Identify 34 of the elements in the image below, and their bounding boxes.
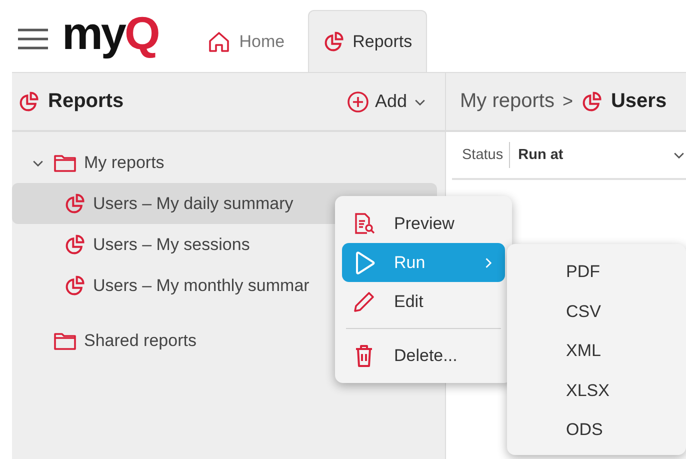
logo-accent: Q xyxy=(124,10,158,56)
pie-chart-icon xyxy=(64,192,86,214)
breadcrumb-separator: > xyxy=(562,91,573,112)
pencil-icon xyxy=(352,290,376,314)
menu-item[interactable]: Edit xyxy=(342,282,505,321)
submenu-item[interactable]: XML xyxy=(507,331,686,370)
pie-chart-icon xyxy=(18,90,40,112)
panel-title: Reports xyxy=(48,90,125,113)
document-search-icon xyxy=(352,212,376,236)
pie-chart-icon xyxy=(64,234,86,256)
column-header[interactable]: Status xyxy=(452,142,510,168)
nav-tab[interactable]: Home xyxy=(192,10,300,72)
column-header[interactable]: Run at xyxy=(510,147,672,163)
folder-icon xyxy=(53,152,77,172)
menu-icon[interactable] xyxy=(18,28,48,50)
play-icon xyxy=(353,250,375,274)
folder-icon xyxy=(53,330,77,350)
menu-item[interactable]: Delete... xyxy=(342,336,505,375)
trash-icon xyxy=(353,344,375,368)
logo-text: my xyxy=(62,10,124,56)
breadcrumb-link[interactable]: My reports xyxy=(460,90,554,113)
pie-chart-icon xyxy=(322,30,345,52)
folder-item[interactable]: My reports xyxy=(12,142,437,183)
add-button[interactable]: Add xyxy=(342,86,431,116)
home-icon xyxy=(207,30,232,54)
submenu-item[interactable]: CSV xyxy=(507,292,686,331)
pie-chart-icon xyxy=(580,90,603,112)
pie-chart-icon xyxy=(64,274,86,296)
submenu-item[interactable]: ODS xyxy=(507,410,686,450)
submenu-item[interactable]: XLSX xyxy=(507,370,686,410)
plus-circle-icon xyxy=(346,90,369,112)
submenu-item[interactable]: PDF xyxy=(507,252,686,292)
nav-tab[interactable]: Reports xyxy=(308,10,428,72)
breadcrumb-current: Users xyxy=(610,90,667,113)
